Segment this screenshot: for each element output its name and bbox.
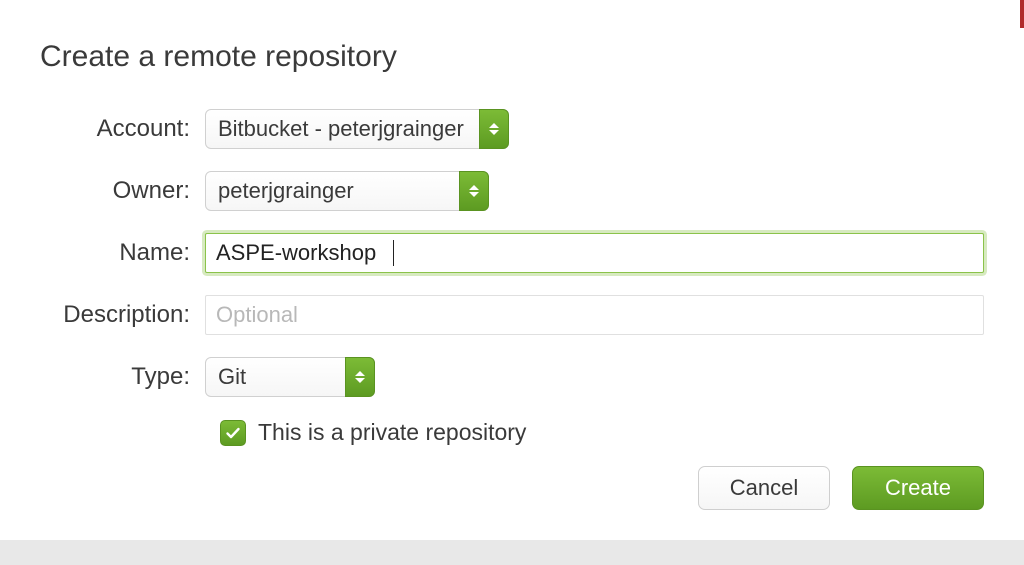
dialog-title: Create a remote repository <box>40 40 984 74</box>
private-checkbox[interactable] <box>220 420 246 446</box>
type-row: Type: Git <box>40 357 984 397</box>
cancel-button[interactable]: Cancel <box>698 466 830 510</box>
name-input[interactable] <box>205 233 984 273</box>
updown-arrows-icon <box>479 109 509 149</box>
private-row: This is a private repository <box>220 419 984 446</box>
type-select-value: Git <box>218 364 246 390</box>
updown-arrows-icon <box>345 357 375 397</box>
name-row: Name: <box>40 233 984 273</box>
owner-label: Owner: <box>40 177 205 205</box>
text-cursor-icon <box>393 240 394 266</box>
check-icon <box>225 425 241 441</box>
close-indicator <box>1020 0 1024 28</box>
updown-arrows-icon <box>459 171 489 211</box>
create-remote-repo-dialog: Create a remote repository Account: Bitb… <box>0 0 1024 540</box>
owner-row: Owner: peterjgrainger <box>40 171 984 211</box>
account-label: Account: <box>40 115 205 143</box>
private-checkbox-label: This is a private repository <box>258 419 526 446</box>
create-button[interactable]: Create <box>852 466 984 510</box>
dialog-buttons: Cancel Create <box>698 466 984 510</box>
type-label: Type: <box>40 363 205 391</box>
description-row: Description: <box>40 295 984 335</box>
description-input[interactable] <box>205 295 984 335</box>
account-select[interactable]: Bitbucket - peterjgrainger <box>205 109 509 149</box>
account-select-value: Bitbucket - peterjgrainger <box>218 116 464 142</box>
description-label: Description: <box>40 301 205 329</box>
account-row: Account: Bitbucket - peterjgrainger <box>40 109 984 149</box>
name-label: Name: <box>40 239 205 267</box>
type-select[interactable]: Git <box>205 357 375 397</box>
owner-select[interactable]: peterjgrainger <box>205 171 489 211</box>
owner-select-value: peterjgrainger <box>218 178 354 204</box>
